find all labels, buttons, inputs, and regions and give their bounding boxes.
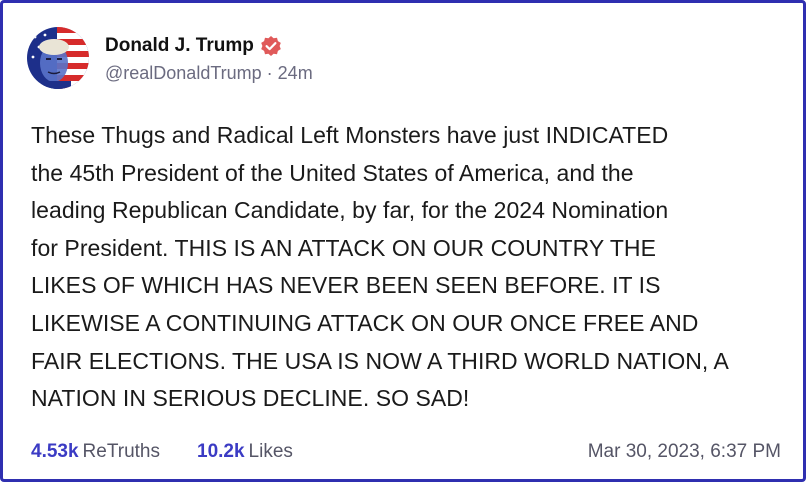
author-handle[interactable]: @realDonaldTrump — [105, 63, 262, 83]
likes-count: 10.2k — [197, 441, 245, 462]
retruths-label: ReTruths — [82, 441, 160, 462]
profile-avatar[interactable] — [27, 27, 89, 89]
likes-label: Likes — [248, 441, 293, 462]
post-body: These Thugs and Radical Left Monsters ha… — [31, 122, 729, 412]
post-timestamp[interactable]: Mar 30, 2023, 6:37 PM — [588, 441, 781, 463]
author-name-row: Donald J. Trump — [105, 33, 282, 59]
author-display-name[interactable]: Donald J. Trump — [105, 35, 254, 57]
author-meta: @realDonaldTrump · 24m — [105, 63, 313, 84]
retruths-count: 4.53k — [31, 441, 79, 462]
likes-stat[interactable]: 10.2k Likes — [197, 441, 293, 463]
post-frame: Donald J. Trump @realDonaldTrump · 24m The… — [0, 0, 806, 482]
avatar-image — [27, 27, 89, 89]
verified-badge-icon — [260, 35, 282, 57]
post-time-ago[interactable]: 24m — [278, 63, 313, 83]
truth-post[interactable]: Donald J. Trump @realDonaldTrump · 24m The… — [27, 27, 787, 467]
retruths-stat[interactable]: 4.53k ReTruths — [31, 441, 160, 463]
post-footer: 4.53k ReTruths 10.2k Likes Mar 30, 2023, 6… — [31, 439, 781, 467]
meta-separator: · — [266, 63, 273, 83]
